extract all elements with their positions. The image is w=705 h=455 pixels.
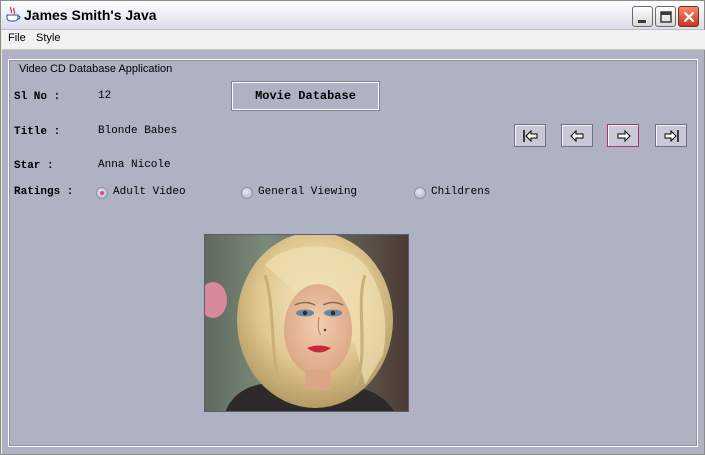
- menu-style[interactable]: Style: [36, 32, 60, 44]
- close-button[interactable]: [678, 6, 699, 27]
- minimize-button[interactable]: [632, 6, 653, 27]
- menu-file[interactable]: File: [8, 32, 26, 44]
- java-cup-icon: [6, 6, 21, 22]
- radio-label: Childrens: [431, 186, 491, 198]
- first-record-icon: [523, 129, 538, 143]
- star-value: Anna Nicole: [98, 159, 171, 171]
- title-value: Blonde Babes: [98, 125, 178, 137]
- previous-record-button[interactable]: [561, 124, 593, 147]
- title-label: Title :: [14, 126, 61, 138]
- slno-label: Sl No :: [14, 91, 61, 103]
- close-icon: [683, 11, 695, 23]
- radio-label: Adult Video: [113, 186, 186, 198]
- radio-selected-indicator: [96, 187, 108, 199]
- maximize-button[interactable]: [655, 6, 676, 27]
- ratings-label: Ratings :: [14, 186, 74, 198]
- star-label: Star :: [14, 160, 54, 172]
- slno-value: 12: [98, 90, 112, 102]
- first-record-button[interactable]: [514, 124, 546, 147]
- next-record-icon: [617, 129, 631, 143]
- last-record-button[interactable]: [655, 124, 687, 147]
- title-bar[interactable]: James Smith's Java: [1, 1, 704, 30]
- movie-database-button[interactable]: Movie Database: [231, 81, 380, 111]
- content-panel: Video CD Database Application Sl No : 12…: [2, 50, 704, 454]
- radio-indicator: [241, 187, 253, 199]
- last-record-icon: [664, 129, 679, 143]
- group-title: Video CD Database Application: [17, 63, 175, 75]
- minimize-icon: [638, 20, 646, 23]
- previous-record-icon: [570, 129, 584, 143]
- movie-cover-image: [204, 234, 409, 412]
- menu-bar: File Style: [2, 30, 705, 50]
- window-title: James Smith's Java: [24, 7, 157, 23]
- next-record-button[interactable]: [607, 124, 639, 147]
- application-window: James Smith's Java File Style Video CD D…: [0, 0, 705, 455]
- radio-indicator: [414, 187, 426, 199]
- radio-label: General Viewing: [258, 186, 358, 198]
- maximize-icon: [660, 11, 672, 23]
